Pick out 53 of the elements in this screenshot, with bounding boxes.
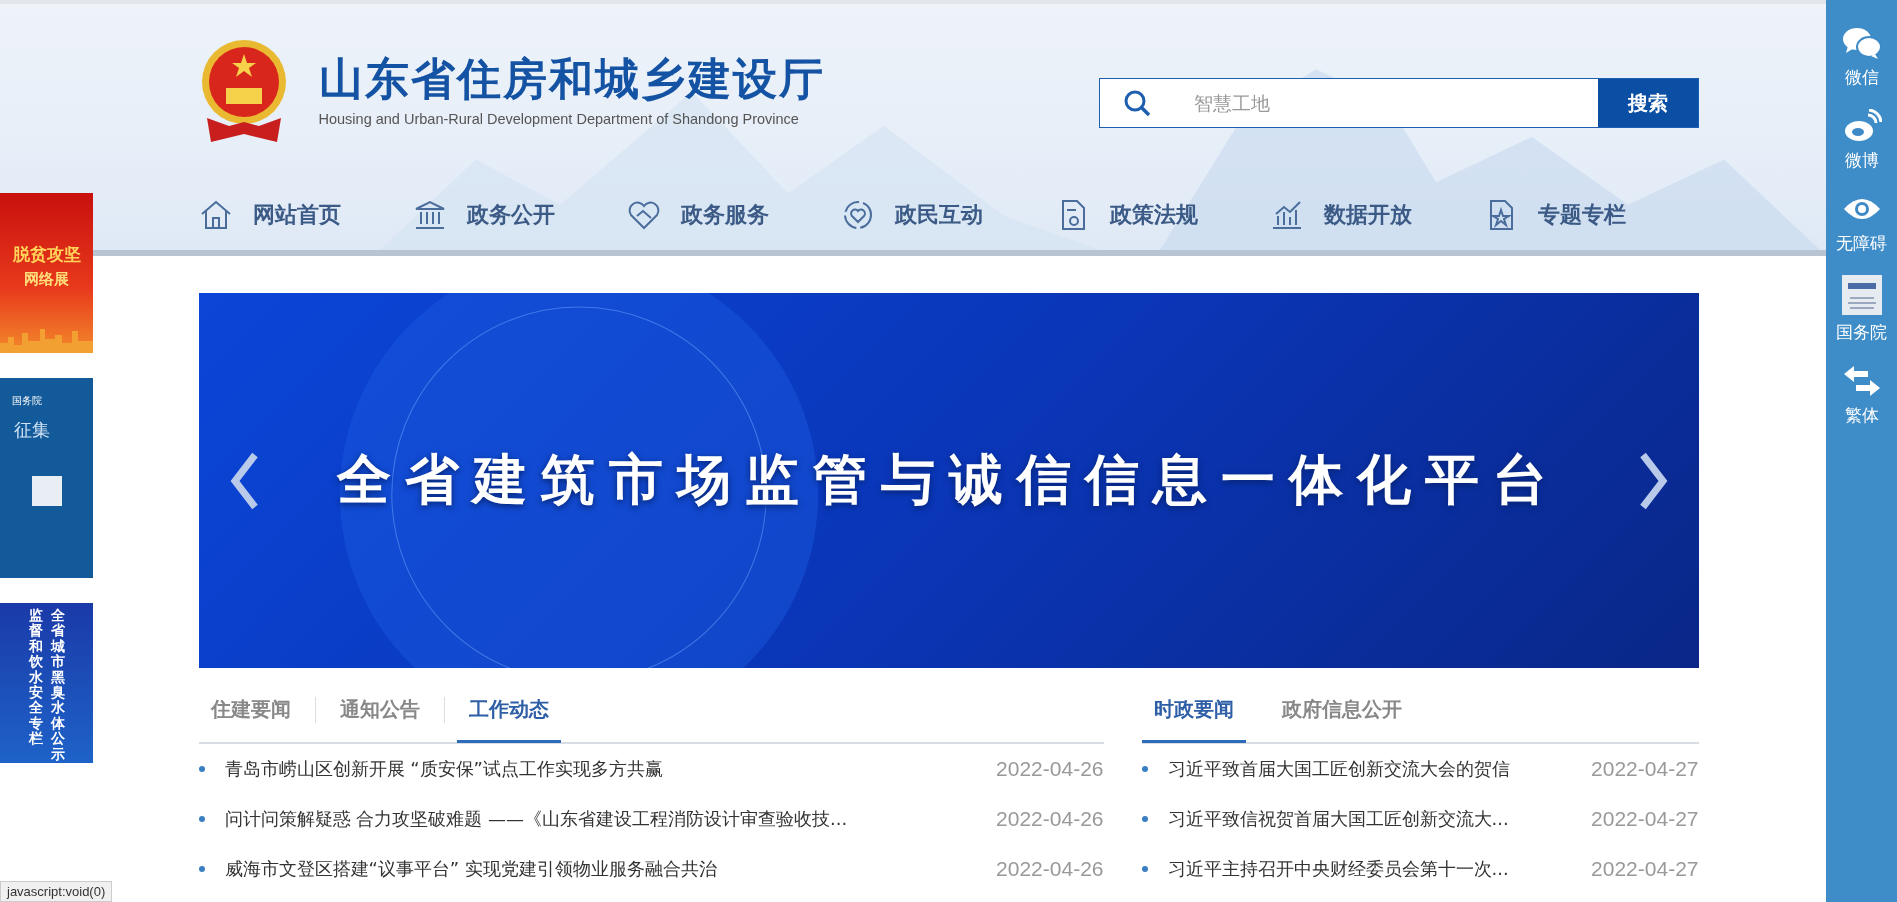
news-link[interactable]: 问计问策解疑惑 合力攻坚破难题 ——《山东省建设工程消防设计审查验收技... — [224, 807, 981, 831]
toolbar-link[interactable]: 微信 — [1844, 66, 1879, 89]
nav-link[interactable]: 政民互动 — [895, 200, 984, 230]
news-tab[interactable]: 工作动态 — [456, 679, 561, 743]
news-tab[interactable]: 通知公告 — [327, 679, 432, 743]
chat-bubbles-icon — [1841, 26, 1882, 60]
news-date: 2022-04-26 — [996, 757, 1104, 781]
nav-link[interactable]: 政务服务 — [681, 200, 770, 230]
news-tab[interactable]: 住建要闻 — [198, 679, 303, 743]
search-field[interactable]: 智慧工地 搜索 — [1098, 78, 1699, 128]
bullet-icon — [1141, 866, 1148, 872]
banner-text: 国务院 — [12, 394, 42, 408]
nav-link[interactable]: 数据开放 — [1323, 200, 1412, 230]
nav-link[interactable]: 政策法规 — [1109, 200, 1198, 230]
toolbar-link[interactable]: 微博 — [1844, 149, 1879, 172]
bullet-icon — [1141, 766, 1148, 772]
banner-text: 网络展 — [24, 270, 69, 289]
banner-text: 征集 — [14, 418, 50, 442]
site-subtitle: Housing and Urban-Rural Development Department of Shandong Province — [318, 111, 800, 128]
nav-link[interactable]: 网站首页 — [252, 200, 341, 230]
toolbar-link[interactable]: 国务院 — [1836, 321, 1887, 344]
news-date: 2022-04-27 — [1591, 807, 1699, 831]
bullet-icon — [198, 816, 205, 822]
news-date: 2022-04-27 — [1591, 857, 1699, 881]
bullet-icon — [1141, 816, 1148, 822]
toolbar-link[interactable]: 繁体 — [1844, 404, 1879, 427]
news-link[interactable]: 习近平致首届大国工匠创新交流大会的贺信 — [1167, 757, 1576, 781]
news-date: 2022-04-26 — [996, 807, 1104, 831]
news-date: 2022-04-27 — [1591, 757, 1699, 781]
nav-link[interactable]: 政务公开 — [466, 200, 555, 230]
bullet-icon — [198, 766, 205, 772]
news-link[interactable]: 威海市文登区搭建“议事平台” 实现党建引领物业服务融合共治 — [224, 857, 981, 881]
news-link[interactable]: 青岛市崂山区创新开展 “质安保”试点工作实现多方共赢 — [224, 757, 981, 781]
promo-banner[interactable]: 国务院 征集 — [0, 378, 93, 578]
bullet-icon — [198, 866, 205, 872]
status-bar: javascript:void(0) — [0, 881, 113, 902]
promo-banner[interactable]: 监督和饮水安全专栏 全省城市黑臭水体公示 — [0, 603, 93, 763]
toolbar-link[interactable]: 无障碍 — [1836, 232, 1887, 255]
nav-link[interactable]: 专题专栏 — [1538, 200, 1627, 230]
news-date: 2022-04-26 — [996, 857, 1104, 881]
banner-text: 脱贫攻坚 — [12, 243, 81, 266]
news-link[interactable]: 习近平致信祝贺首届大国工匠创新交流大... — [1167, 807, 1576, 831]
thumbnail-icon — [1841, 275, 1882, 315]
news-tab[interactable]: 政府信息公开 — [1269, 679, 1414, 743]
news-tab[interactable]: 时政要闻 — [1141, 679, 1246, 743]
banner-text: 监督和饮水安全专栏 — [28, 608, 43, 749]
banner-text: 全省城市黑臭水体公示 — [50, 608, 65, 762]
qr-code-icon — [31, 476, 62, 506]
site-title: 山东省住房和城乡建设厅 — [318, 52, 825, 106]
promo-banner[interactable]: 脱贫攻坚 网络展 — [0, 193, 93, 353]
banner-title: 全省建筑市场监管与诚信信息一体化平台 — [336, 447, 1561, 513]
search-button[interactable]: 搜索 — [1597, 79, 1698, 127]
news-link[interactable]: 习近平主持召开中央财经委员会第十一次... — [1167, 857, 1576, 881]
